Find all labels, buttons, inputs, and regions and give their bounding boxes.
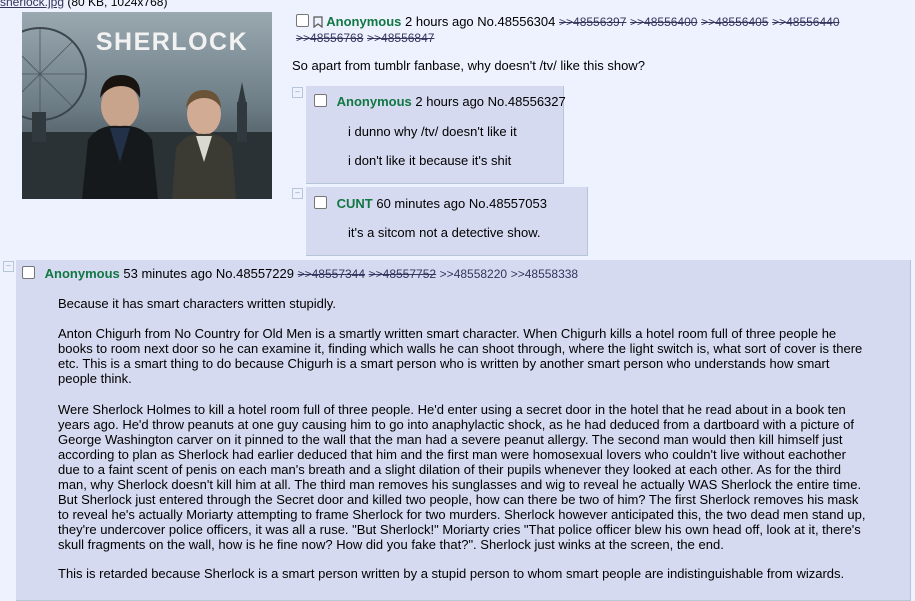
collapse-toggle-icon[interactable]: –: [3, 261, 14, 272]
reply-select-checkbox[interactable]: [22, 266, 35, 279]
poster-name: CUNT: [336, 196, 373, 211]
reply-header: CUNT 60 minutes ago No.48557053: [314, 196, 547, 211]
op-post-header: Anonymous 2 hours ago No.48556304 >>4855…: [296, 14, 896, 46]
op-select-checkbox[interactable]: [296, 14, 309, 27]
bookmark-icon[interactable]: [313, 16, 323, 29]
post-time: 53 minutes ago: [123, 266, 213, 281]
file-meta: (80 KB, 1024x768): [67, 0, 168, 9]
backlink[interactable]: >>48556400: [630, 15, 697, 29]
backlink[interactable]: >>48558220: [440, 267, 507, 281]
backlink[interactable]: >>48556440: [772, 15, 839, 29]
op-message: So apart from tumblr fanbase, why doesn'…: [292, 58, 645, 73]
reply-select-checkbox[interactable]: [314, 196, 327, 209]
post-time: 2 hours ago: [415, 94, 485, 109]
reply-post: Anonymous 2 hours ago No.48556327 i dunn…: [306, 86, 566, 184]
post-number[interactable]: No.48557053: [469, 196, 547, 211]
reply-message-line: i don't like it because it's shit: [348, 153, 512, 168]
reply-message-line: it's a sitcom not a detective show.: [348, 225, 541, 240]
reply-paragraph: Anton Chigurh from No Country for Old Me…: [58, 326, 863, 386]
reply-paragraph: This is retarded because Sherlock is a s…: [58, 566, 845, 581]
post-number[interactable]: No.48557229: [216, 266, 294, 281]
post-number[interactable]: No.48556327: [488, 94, 566, 109]
poster-name: Anonymous: [326, 14, 402, 29]
post-number[interactable]: No.48556304: [477, 14, 555, 29]
reply-header: Anonymous 53 minutes ago No.48557229 >>4…: [22, 266, 578, 281]
post-time: 60 minutes ago: [376, 196, 466, 211]
backlink[interactable]: >>48557344: [298, 267, 365, 281]
reply-message-line: i dunno why /tv/ doesn't like it: [348, 124, 517, 139]
poster-name: Anonymous: [336, 94, 412, 109]
poster-name: Anonymous: [44, 266, 120, 281]
backlink[interactable]: >>48558338: [511, 267, 578, 281]
reply-post: Anonymous 53 minutes ago No.48557229 >>4…: [16, 260, 911, 601]
collapse-toggle-icon[interactable]: –: [292, 87, 303, 98]
backlink[interactable]: >>48556397: [559, 15, 626, 29]
collapse-toggle-icon[interactable]: –: [292, 188, 303, 199]
file-info: sherlock.jpg (80 KB, 1024x768): [0, 0, 167, 9]
backlink[interactable]: >>48556768: [296, 31, 363, 45]
backlink[interactable]: >>48557752: [369, 267, 436, 281]
reply-paragraph: Because it has smart characters written …: [58, 296, 336, 311]
thumbnail-image: SHERLOCK: [22, 12, 272, 199]
backlink[interactable]: >>48556405: [701, 15, 768, 29]
reply-paragraph: Were Sherlock Holmes to kill a hotel roo…: [58, 402, 866, 552]
backlink[interactable]: >>48556847: [367, 31, 434, 45]
reply-post: CUNT 60 minutes ago No.48557053 it's a s…: [306, 187, 588, 256]
reply-select-checkbox[interactable]: [314, 94, 327, 107]
reply-header: Anonymous 2 hours ago No.48556327: [314, 94, 566, 109]
thumbnail-title-text: SHERLOCK: [96, 28, 248, 56]
post-time: 2 hours ago: [405, 14, 474, 29]
op-thumbnail[interactable]: SHERLOCK: [22, 12, 272, 199]
file-name-link[interactable]: sherlock.jpg: [0, 0, 64, 9]
